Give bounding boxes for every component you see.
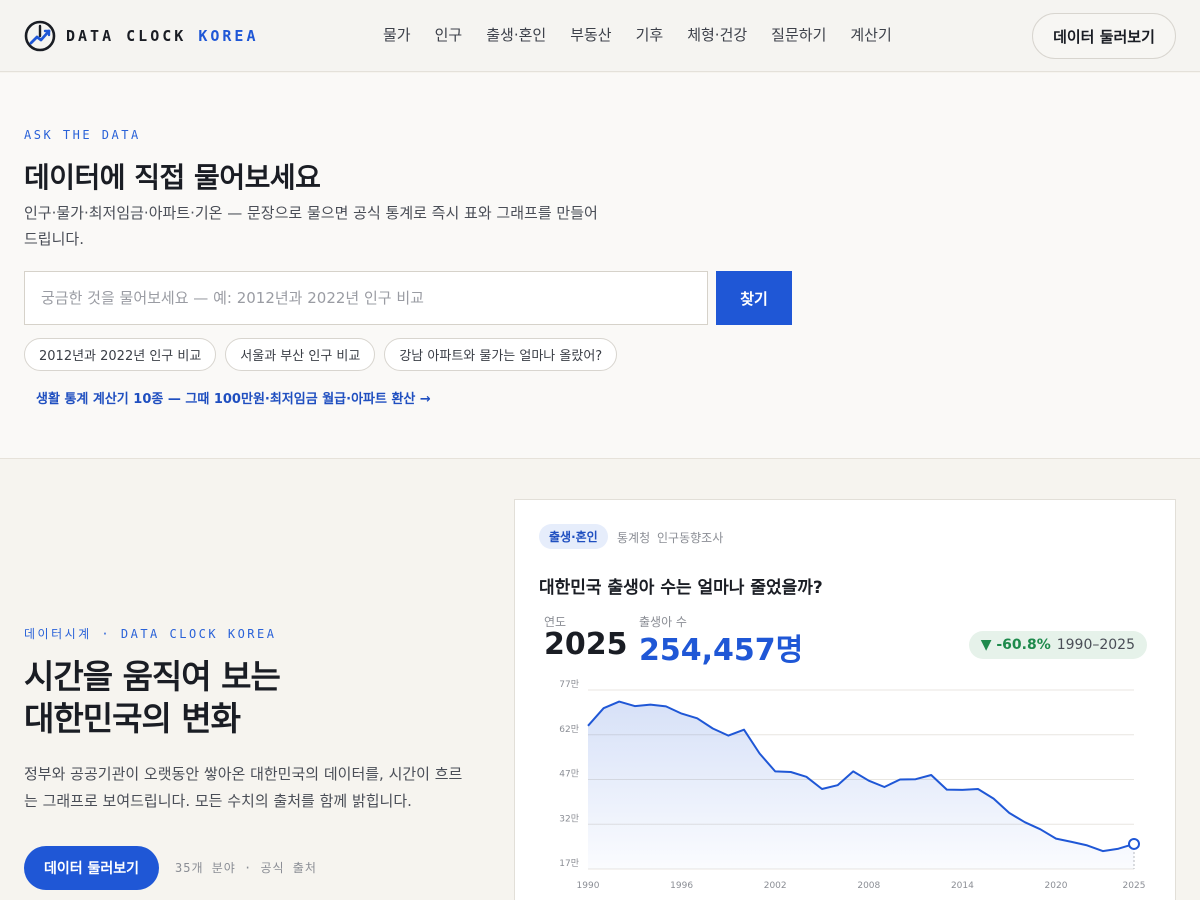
y-tick-label: 77만 [559, 679, 579, 690]
search-button[interactable]: 찾기 [716, 271, 792, 325]
x-tick-label: 2014 [951, 881, 974, 891]
nav-item-population[interactable]: 인구 [435, 24, 463, 45]
clock-chart-logo-icon [24, 20, 56, 52]
site-logo[interactable]: DATA CLOCK KOREA [24, 19, 259, 53]
area-fill [588, 701, 1134, 869]
y-tick-label: 62만 [559, 724, 579, 735]
suggestion-chip[interactable]: 서울과 부산 인구 비교 [225, 338, 376, 371]
x-tick-label: 2020 [1045, 881, 1068, 891]
nav-item-birth-marriage[interactable]: 출생·혼인 [486, 24, 546, 45]
x-tick-label: 1996 [670, 881, 693, 891]
y-tick-label: 32만 [559, 813, 579, 824]
nav-item-prices[interactable]: 물가 [383, 24, 411, 45]
hero-title: 시간을 움직여 보는 대한민국의 변화 [24, 656, 281, 740]
logo-accent-text: KOREA [198, 27, 259, 45]
category-tag[interactable]: 출생·혼인 [539, 524, 608, 549]
suggestion-chip[interactable]: 강남 아파트와 물가는 얼마나 올랐어? [384, 338, 618, 371]
x-tick-label: 2002 [764, 881, 787, 891]
hero-eyebrow: 데이터시계 · DATA CLOCK KOREA [24, 627, 277, 641]
change-range: 1990–2025 [1056, 637, 1135, 653]
nav-item-ask[interactable]: 질문하기 [771, 24, 826, 45]
births-area-chart[interactable]: 77만 62만 47만 32만 17만 1990 1996 2002 2008 2014 2020 2… [515, 675, 1175, 900]
nav-item-climate[interactable]: 기후 [636, 24, 664, 45]
change-badge: ▼ -60.8% 1990–2025 [968, 631, 1147, 659]
source-survey: 인구동향조사 [657, 531, 724, 545]
hero-title-line-1: 시간을 움직여 보는 [24, 657, 281, 696]
ask-eyebrow: ASK THE DATA [24, 128, 141, 142]
births-value: 254,457명 [639, 633, 804, 668]
hero-title-line-2: 대한민국의 변화 [24, 699, 241, 738]
suggestion-chips: 2012년과 2022년 인구 비교 서울과 부산 인구 비교 강남 아파트와 … [24, 338, 618, 371]
source-organization: 통계청 [617, 531, 651, 545]
question-search-input[interactable] [24, 271, 708, 325]
nav-item-body-health[interactable]: 체형·건강 [687, 24, 747, 45]
logo-text: DATA CLOCK KOREA [66, 27, 259, 45]
explore-data-button[interactable]: 데이터 둘러보기 [1032, 13, 1176, 59]
y-tick-label: 47만 [559, 769, 579, 780]
hero-description: 정부와 공공기관이 오랫동안 쌓아온 대한민국의 데이터를, 시간이 흐르는 그… [24, 765, 463, 810]
nav-item-calculator[interactable]: 계산기 [850, 24, 891, 45]
ask-description: 인구·물가·최저임금·아파트·기온 — 문장으로 물으면 공식 통계로 즉시 표… [24, 204, 598, 248]
y-tick-label: 17만 [559, 858, 579, 869]
calculator-link[interactable]: 생활 통계 계산기 10종 — 그때 100만원·최저임금 월급·아파트 환산 … [36, 388, 431, 407]
hero-meta: 35개 분야 · 공식 출처 [175, 861, 317, 875]
ask-title: 데이터에 직접 물어보세요 [24, 161, 321, 194]
current-point-marker [1128, 837, 1140, 850]
x-tick-label: 2025 [1123, 881, 1146, 891]
main-nav: 물가 인구 출생·혼인 부동산 기후 체형·건강 질문하기 계산기 [383, 24, 916, 45]
card-question: 대한민국 출생아 수는 얼마나 줄었을까? [539, 578, 823, 598]
top-navigation-bar: DATA CLOCK KOREA 물가 인구 출생·혼인 부동산 기후 체형·건… [0, 0, 1200, 72]
x-tick-label: 1990 [577, 881, 600, 891]
nav-item-real-estate[interactable]: 부동산 [570, 24, 611, 45]
hero-explore-button[interactable]: 데이터 둘러보기 [24, 846, 159, 890]
births-data-card: 출생·혼인 통계청 인구동향조사 대한민국 출생아 수는 얼마나 줄었을까? 연… [514, 499, 1176, 900]
ask-section: ASK THE DATA 데이터에 직접 물어보세요 인구·물가·최저임금·아파… [0, 73, 1200, 459]
year-value: 2025 [544, 627, 628, 662]
suggestion-chip[interactable]: 2012년과 2022년 인구 비교 [24, 338, 217, 371]
x-tick-label: 2008 [857, 881, 880, 891]
change-percent: ▼ -60.8% [980, 637, 1051, 653]
